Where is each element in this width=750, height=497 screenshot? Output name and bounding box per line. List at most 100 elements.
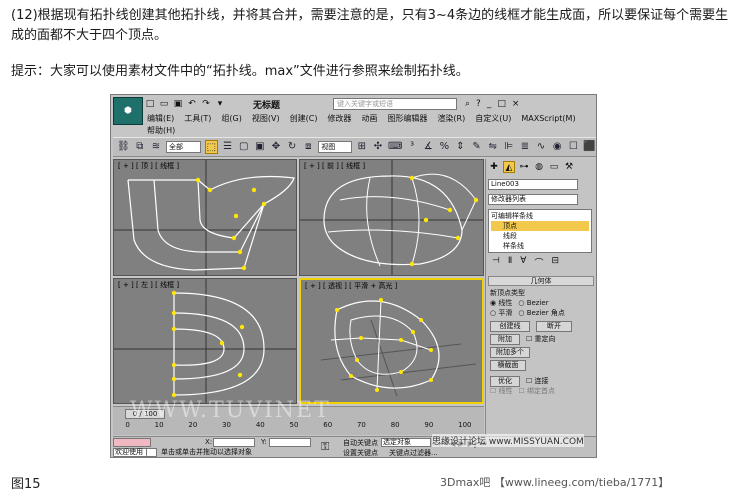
menu-tools[interactable]: 工具(T) [184,113,211,124]
angle-snap-icon[interactable]: ∡ [422,140,434,154]
rotate-icon[interactable]: ↻ [286,140,298,154]
snap-icon[interactable]: ³ [406,140,418,154]
viewport-left[interactable]: [ + ] [ 左 ] [ 线框 ] [113,278,297,404]
maxscript-listener-mini[interactable] [113,438,151,447]
menu-help[interactable]: 帮助(H) [147,125,175,136]
named-selection-icon[interactable]: ✎ [471,140,483,154]
mirror-icon[interactable]: ⇋ [487,140,499,154]
radio-smooth[interactable]: ○ 平滑 [490,308,512,318]
attach-multiple-button[interactable]: 附加多个 [490,346,530,358]
object-name-field[interactable]: Line003 [488,179,578,190]
stack-item-spline[interactable]: 样条线 [491,241,589,251]
app-logo-icon[interactable]: ⬢ [113,97,143,125]
menu-animation[interactable]: 动画 [361,113,377,124]
close-icon[interactable]: × [512,99,520,109]
show-end-result-icon[interactable]: Ⅱ [508,256,512,269]
viewport-top[interactable]: [ + ] [ 顶 ] [ 线框 ] [113,159,297,276]
display-tab-icon[interactable]: ▭ [548,161,560,173]
pin-stack-icon[interactable]: ⊣ [492,256,500,269]
select-object-icon[interactable]: ⬚ [205,140,218,154]
spinner-snap-icon[interactable]: ⇕ [454,140,466,154]
auto-key-button[interactable]: 自动关键点 [343,438,378,448]
menu-views[interactable]: 视图(V) [252,113,280,124]
keyboard-shortcut-icon[interactable]: ⌨ [388,140,402,154]
stack-item-vertex[interactable]: 顶点 [491,221,589,231]
help-icon[interactable]: ? [476,99,481,109]
undo-icon[interactable]: ↶ [187,99,197,109]
hierarchy-tab-icon[interactable]: ⊶ [518,161,530,173]
menu-graph-editors[interactable]: 图形编辑器 [387,113,427,124]
reorient-checkbox[interactable]: ☐ 重定向 [526,334,556,344]
viewport-front-label[interactable]: [ + ] [ 前 ] [ 线框 ] [304,161,365,171]
cross-section-button[interactable]: 横截面 [490,359,526,371]
unlink-icon[interactable]: ⧉ [134,140,146,154]
radio-bezier-corner[interactable]: ○ Bezier 角点 [518,308,564,318]
x-coordinate-field[interactable] [213,438,255,447]
set-key-button[interactable]: 设置关键点 [343,448,378,457]
attach-button[interactable]: 附加 [490,333,520,345]
stack-item-editable-spline[interactable]: 可编辑样条线 [491,211,589,221]
connect-checkbox[interactable]: ☐ 连接 [526,376,549,386]
dropdown-icon[interactable]: ▾ [215,99,225,109]
menu-customize[interactable]: 自定义(U) [475,113,511,124]
menu-group[interactable]: 组(G) [221,113,241,124]
remove-modifier-icon[interactable]: ⌒ [534,256,543,269]
viewport-top-label[interactable]: [ + ] [ 顶 ] [ 线框 ] [118,161,179,171]
select-manipulate-icon[interactable]: ✣ [372,140,384,154]
open-icon[interactable]: ▭ [159,99,169,109]
material-editor-icon[interactable]: ◉ [551,140,563,154]
bind-spacewarp-icon[interactable]: ≋ [150,140,162,154]
viewport-left-label[interactable]: [ + ] [ 左 ] [ 线框 ] [118,280,179,290]
rect-selection-icon[interactable]: ▢ [238,140,250,154]
menu-modifiers[interactable]: 修改器 [327,113,351,124]
layer-manager-icon[interactable]: ≣ [519,140,531,154]
search-icon[interactable]: ⌕ [465,99,470,109]
redo-icon[interactable]: ↷ [201,99,211,109]
bind-first-checkbox[interactable]: ☐ 绑定首点 [519,386,556,396]
menu-edit[interactable]: 编辑(E) [147,113,174,124]
render-setup-icon[interactable]: ☐ [567,140,579,154]
selected-dropdown[interactable]: 选定对象 [381,438,431,447]
create-line-button[interactable]: 创建线 [490,320,530,332]
menu-maxscript[interactable]: MAXScript(M) [521,114,575,123]
y-coordinate-field[interactable] [269,438,311,447]
key-filters-button[interactable]: 关键点过滤器... [389,448,438,457]
break-button[interactable]: 断开 [536,320,572,332]
align-icon[interactable]: ⊫ [503,140,515,154]
viewport-perspective-label[interactable]: [ + ] [ 透视 ] [ 平滑 + 高光 ] [305,281,397,291]
stack-item-segment[interactable]: 线段 [491,231,589,241]
select-by-name-icon[interactable]: ☰ [222,140,234,154]
scale-icon[interactable]: ⧈ [302,140,314,154]
minimize-icon[interactable]: _ [487,99,492,109]
selection-filter-dropdown[interactable]: 全部 [165,141,202,153]
modify-tab-icon[interactable]: ◭ [503,161,515,173]
render-icon[interactable]: ⬛ [583,140,595,154]
search-input[interactable]: 键入关键字或短语 [333,98,457,110]
pivot-icon[interactable]: ⊞ [356,140,368,154]
maximize-icon[interactable]: □ [497,99,506,109]
make-unique-icon[interactable]: ∀ [520,256,526,269]
geometry-rollout-title[interactable]: 几何体 [488,276,594,286]
configure-modifier-icon[interactable]: ⊟ [551,256,559,269]
viewport-front[interactable]: [ + ] [ 前 ] [ 线框 ] [299,159,484,276]
linear-checkbox[interactable]: ☐ 线性 [490,386,513,396]
create-tab-icon[interactable]: ✚ [488,161,500,173]
modifier-list-dropdown[interactable]: 修改器列表 [488,194,578,205]
motion-tab-icon[interactable]: ◍ [533,161,545,173]
reference-coordinate-dropdown[interactable]: 视图 [318,141,352,153]
utilities-tab-icon[interactable]: ⚒ [563,161,575,173]
menu-create[interactable]: 创建(C) [290,113,318,124]
timeline-ticks[interactable]: 0 10 20 30 40 50 60 70 80 90 100 [113,421,484,435]
viewport-perspective[interactable]: [ + ] [ 透视 ] [ 平滑 + 高光 ] [299,278,484,404]
radio-bezier[interactable]: ○ Bezier [518,299,548,307]
refine-button[interactable]: 优化 [490,375,520,387]
move-icon[interactable]: ✥ [270,140,282,154]
link-icon[interactable]: ⛓ [117,140,130,154]
curve-editor-icon[interactable]: ∿ [535,140,547,154]
save-icon[interactable]: ▣ [173,99,183,109]
radio-linear[interactable]: ◉ 线性 [490,298,512,308]
new-icon[interactable]: □ [145,99,155,109]
menu-rendering[interactable]: 渲染(R) [437,113,465,124]
percent-snap-icon[interactable]: % [438,140,450,154]
key-icon[interactable]: ⚿ [321,440,329,454]
